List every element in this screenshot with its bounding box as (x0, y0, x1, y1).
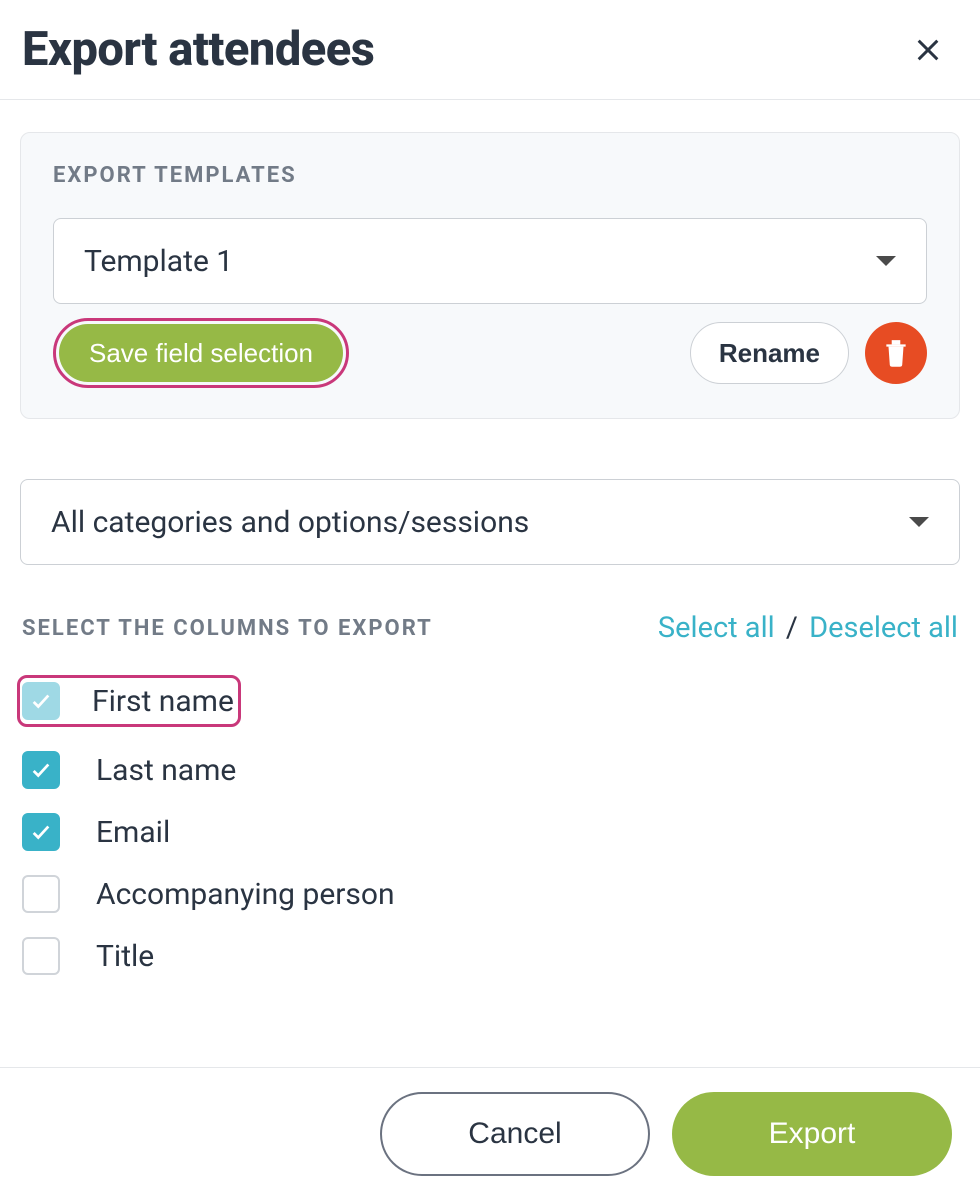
export-templates-panel: EXPORT TEMPLATES Template 1 Save field s… (20, 132, 960, 419)
trash-icon (883, 338, 909, 368)
column-row-accompanying-person: Accompanying person (22, 875, 960, 913)
dialog-content: EXPORT TEMPLATES Template 1 Save field s… (0, 100, 980, 975)
link-separator: / (786, 611, 798, 645)
chevron-down-icon (909, 517, 929, 527)
dialog-footer: Cancel Export (0, 1067, 980, 1200)
column-label: Title (96, 939, 154, 974)
cancel-button[interactable]: Cancel (380, 1092, 650, 1176)
rename-button[interactable]: Rename (690, 322, 849, 384)
save-field-selection-button[interactable]: Save field selection (59, 324, 343, 382)
columns-checkbox-list: First name Last name Email Accompanying … (20, 675, 960, 975)
column-label: First name (92, 684, 234, 719)
columns-header: SELECT THE COLUMNS TO EXPORT Select all … (20, 611, 960, 645)
checkbox-last-name[interactable] (22, 751, 60, 789)
column-row-last-name: Last name (22, 751, 960, 789)
chevron-down-icon (876, 256, 896, 266)
export-button[interactable]: Export (672, 1092, 952, 1176)
checkbox-title[interactable] (22, 937, 60, 975)
columns-section-label: SELECT THE COLUMNS TO EXPORT (22, 616, 433, 641)
category-select-value: All categories and options/sessions (51, 505, 529, 540)
select-all-link[interactable]: Select all (658, 611, 775, 645)
template-select[interactable]: Template 1 (53, 218, 927, 304)
check-icon (30, 821, 52, 843)
close-button[interactable] (906, 28, 950, 72)
export-templates-label: EXPORT TEMPLATES (53, 163, 927, 188)
template-right-actions: Rename (690, 322, 927, 384)
template-actions: Save field selection Rename (53, 318, 927, 388)
column-row-title: Title (22, 937, 960, 975)
checkbox-email[interactable] (22, 813, 60, 851)
column-row-email: Email (22, 813, 960, 851)
category-select[interactable]: All categories and options/sessions (20, 479, 960, 565)
column-label: Accompanying person (96, 877, 395, 912)
checkbox-first-name[interactable] (22, 682, 60, 720)
dialog-title: Export attendees (22, 22, 374, 77)
column-label: Last name (96, 753, 236, 788)
check-icon (30, 690, 52, 712)
deselect-all-link[interactable]: Deselect all (809, 611, 958, 645)
delete-template-button[interactable] (865, 322, 927, 384)
column-row-first-name: First name (17, 675, 241, 727)
template-select-value: Template 1 (84, 244, 233, 279)
column-label: Email (96, 815, 170, 850)
select-links: Select all / Deselect all (658, 611, 958, 645)
close-icon (914, 36, 942, 64)
check-icon (30, 759, 52, 781)
dialog-header: Export attendees (0, 0, 980, 100)
save-field-selection-highlight: Save field selection (53, 318, 349, 388)
checkbox-accompanying-person[interactable] (22, 875, 60, 913)
